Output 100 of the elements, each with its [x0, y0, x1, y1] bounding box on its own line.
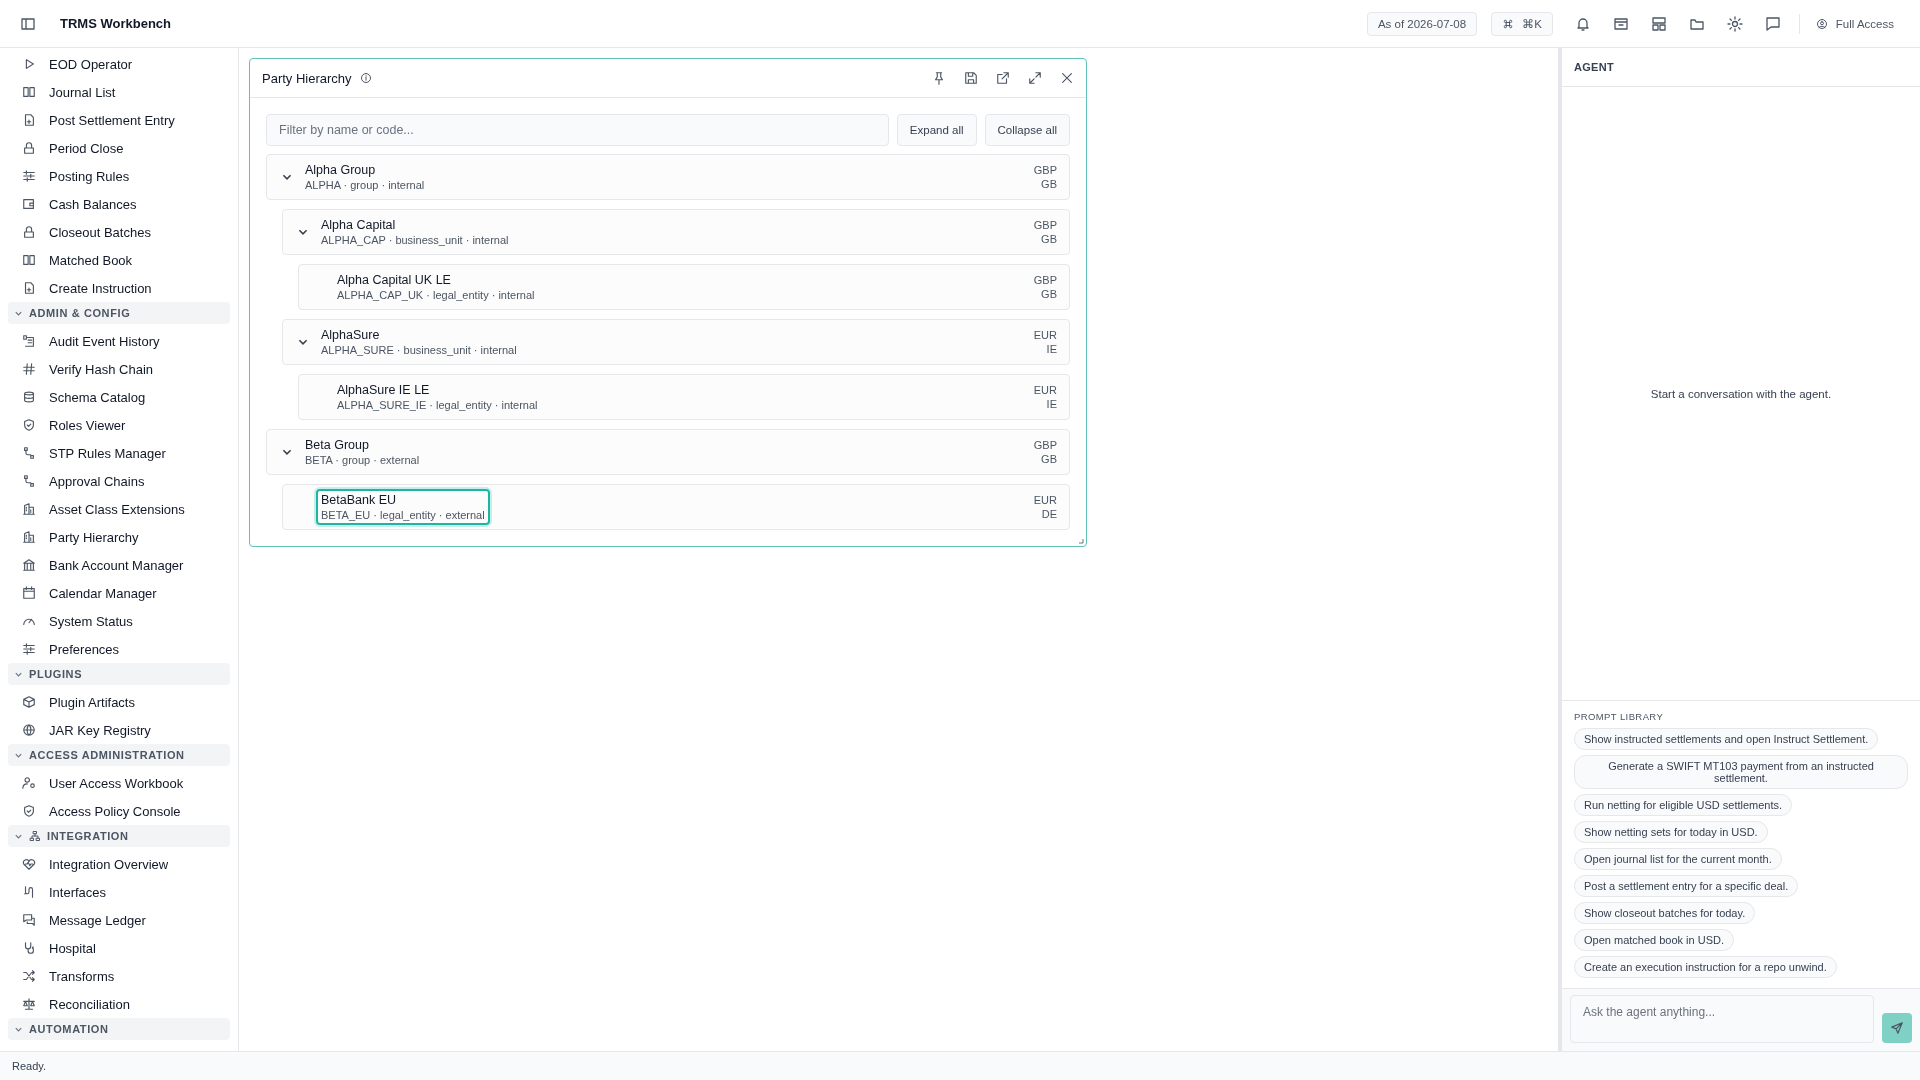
external-link-icon[interactable] [996, 71, 1010, 85]
tree-node[interactable]: AlphaSure ALPHA_SURE · business_unit · internal EUR IE [282, 319, 1070, 365]
scale-icon [22, 997, 36, 1011]
close-icon[interactable] [1060, 71, 1074, 85]
tree-node[interactable]: Beta Group BETA · group · external GBP GB [266, 429, 1070, 475]
currency-code: EUR [1033, 493, 1057, 507]
sidebar-item[interactable]: Period Close [8, 134, 230, 162]
prompt-chip[interactable]: Create an execution instruction for a repo unwind. [1574, 956, 1837, 978]
currency-code: EUR [1033, 383, 1057, 397]
layout-icon[interactable] [1650, 15, 1667, 32]
stethoscope-icon [22, 941, 36, 955]
sidebar-section-header[interactable]: AUTOMATION [8, 1018, 230, 1040]
tree-node[interactable]: Alpha Group ALPHA · group · internal GBP GB [266, 154, 1070, 200]
network-icon [29, 830, 41, 842]
resize-handle-icon[interactable] [1076, 536, 1084, 544]
sidebar-toggle-icon[interactable] [20, 15, 36, 32]
prompt-library-title: PROMPT LIBRARY [1574, 711, 1664, 722]
prompt-chip[interactable]: Show netting sets for today in USD. [1574, 821, 1768, 843]
sidebar-section-header[interactable]: INTEGRATION [8, 825, 230, 847]
country-code: IE [1045, 342, 1057, 356]
sidebar-item[interactable]: Transforms [8, 962, 230, 990]
node-meta: ALPHA · group · internal [305, 179, 425, 191]
sidebar-item[interactable]: Audit Event History [8, 327, 230, 355]
sidebar-item[interactable]: Verify Hash Chain [8, 355, 230, 383]
sidebar-item[interactable]: System Status [8, 607, 230, 635]
save-icon[interactable] [964, 71, 978, 85]
tree-node[interactable]: BetaBank EU BETA_EU · legal_entity · external EUR DE [282, 484, 1070, 530]
section-title: PLUGINS [29, 668, 83, 680]
country-code: IE [1045, 397, 1057, 411]
sidebar-item[interactable]: JAR Key Registry [8, 716, 230, 744]
sidebar-item[interactable]: Cash Balances [8, 190, 230, 218]
sidebar-section-header[interactable]: PLUGINS [8, 663, 230, 685]
node-name: Alpha Capital UK LE [337, 273, 452, 287]
node-meta: ALPHA_CAP · business_unit · internal [321, 234, 509, 246]
sidebar-item[interactable]: Schema Catalog [8, 383, 230, 411]
sidebar-item[interactable]: Access Policy Console [8, 797, 230, 825]
sidebar-item[interactable]: Journal List [8, 78, 230, 106]
sidebar-item[interactable]: Party Hierarchy [8, 523, 230, 551]
sidebar-item[interactable]: Roles Viewer [8, 411, 230, 439]
archive-icon[interactable] [1612, 15, 1629, 32]
calendar-icon [22, 586, 36, 600]
country-code: GB [1040, 452, 1057, 466]
building-icon [22, 530, 36, 544]
sidebar-item[interactable]: EOD Operator [8, 50, 230, 78]
expand-all-button[interactable]: Expand all [896, 114, 977, 146]
sidebar-item[interactable]: Hospital [8, 934, 230, 962]
sidebar-item[interactable]: Approval Chains [8, 467, 230, 495]
sidebar-item[interactable]: Plugin Artifacts [8, 688, 230, 716]
settings-icon[interactable] [1726, 15, 1743, 32]
tree-node[interactable]: Alpha Capital UK LE ALPHA_CAP_UK · legal_entity · internal GBP GB [298, 264, 1070, 310]
sidebar-section-header[interactable]: ADMIN & CONFIG [8, 302, 230, 324]
node-meta: ALPHA_CAP_UK · legal_entity · internal [337, 289, 535, 301]
prompt-chip[interactable]: Post a settlement entry for a specific deal. [1574, 875, 1799, 897]
tree-node[interactable]: Alpha Capital ALPHA_CAP · business_unit · internal GBP GB [282, 209, 1070, 255]
currency-code: GBP [1033, 273, 1057, 287]
prompt-chip[interactable]: Open journal list for the current month. [1574, 848, 1782, 870]
filter-field[interactable]: Filter by name or code... [266, 114, 889, 146]
prompt-chip[interactable]: Run netting for eligible USD settlements. [1574, 794, 1793, 816]
chat-icon[interactable] [1764, 15, 1781, 32]
prompt-chip[interactable]: Show closeout batches for today. [1574, 902, 1756, 924]
sidebar-item[interactable]: Message Ledger [8, 906, 230, 934]
sidebar-item[interactable]: Post Settlement Entry [8, 106, 230, 134]
expand-icon[interactable] [1028, 71, 1042, 85]
sidebar-item[interactable]: Calendar Manager [8, 579, 230, 607]
sidebar-item[interactable]: Reconciliation [8, 990, 230, 1018]
collapse-all-button[interactable]: Collapse all [984, 114, 1070, 146]
node-meta: ALPHA_SURE_IE · legal_entity · internal [337, 399, 538, 411]
command-palette-button[interactable]: ⌘K [1491, 11, 1553, 36]
access-button[interactable]: Full Access [1809, 16, 1900, 31]
prompt-chip[interactable]: Open matched book in USD. [1574, 929, 1735, 951]
sidebar-item[interactable]: Preferences [8, 635, 230, 663]
section-title: AUTOMATION [29, 1023, 109, 1035]
sidebar-item[interactable]: Interfaces [8, 878, 230, 906]
sidebar-item[interactable]: User Access Workbook [8, 769, 230, 797]
sidebar-item[interactable]: Integration Overview [8, 850, 230, 878]
globe-icon [22, 723, 36, 737]
messages-icon [22, 913, 36, 927]
tree-node[interactable]: AlphaSure IE LE ALPHA_SURE_IE · legal_entity · internal EUR IE [298, 374, 1070, 420]
as-of-date-button[interactable]: As of 2026-07-08 [1366, 11, 1478, 36]
currency-code: EUR [1033, 328, 1057, 342]
sidebar-item[interactable]: Matched Book [8, 246, 230, 274]
sidebar-item[interactable]: Asset Class Extensions [8, 495, 230, 523]
send-button[interactable] [1882, 1013, 1912, 1043]
country-code: GB [1040, 287, 1057, 301]
pin-icon[interactable] [932, 71, 946, 85]
message-field[interactable]: Ask the agent anything... [1570, 995, 1874, 1043]
sidebar-item[interactable]: Create Instruction [8, 274, 230, 302]
prompt-chip[interactable]: Show instructed settlements and open Instruct Settlement. [1574, 728, 1879, 750]
sidebar-item[interactable]: STP Rules Manager [8, 439, 230, 467]
country-code: DE [1040, 507, 1057, 521]
sidebar-item[interactable]: Bank Account Manager [8, 551, 230, 579]
info-icon[interactable] [359, 72, 372, 84]
sidebar-section-header[interactable]: ACCESS ADMINISTRATION [8, 744, 230, 766]
sidebar-item[interactable]: Closeout Batches [8, 218, 230, 246]
node-meta: BETA · group · external [305, 454, 420, 466]
section-title: ADMIN & CONFIG [29, 307, 131, 319]
sidebar-item[interactable]: Posting Rules [8, 162, 230, 190]
prompt-chip[interactable]: Generate a SWIFT MT103 payment from an instructed settlement. [1574, 755, 1908, 789]
send-icon [1890, 1021, 1904, 1035]
command-icon [1502, 17, 1515, 30]
